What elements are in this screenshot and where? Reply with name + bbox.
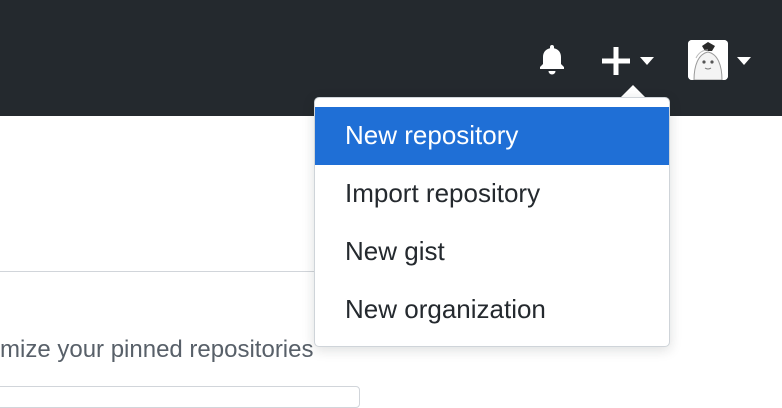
menu-item-import-repository[interactable]: Import repository <box>315 165 669 223</box>
avatar[interactable] <box>688 40 728 80</box>
chevron-down-icon <box>737 57 751 65</box>
avatar-image <box>688 40 728 80</box>
chevron-down-icon <box>640 57 654 65</box>
plus-icon <box>602 47 630 75</box>
dropdown-pointer <box>621 85 645 97</box>
create-new-dropdown: New repository Import repository New gis… <box>314 97 670 347</box>
menu-item-new-repository[interactable]: New repository <box>315 107 669 165</box>
pinned-repositories-input[interactable] <box>0 386 360 408</box>
menu-item-new-gist[interactable]: New gist <box>315 223 669 281</box>
divider <box>0 271 345 272</box>
menu-item-new-organization[interactable]: New organization <box>315 281 669 339</box>
bell-icon[interactable] <box>536 42 568 76</box>
